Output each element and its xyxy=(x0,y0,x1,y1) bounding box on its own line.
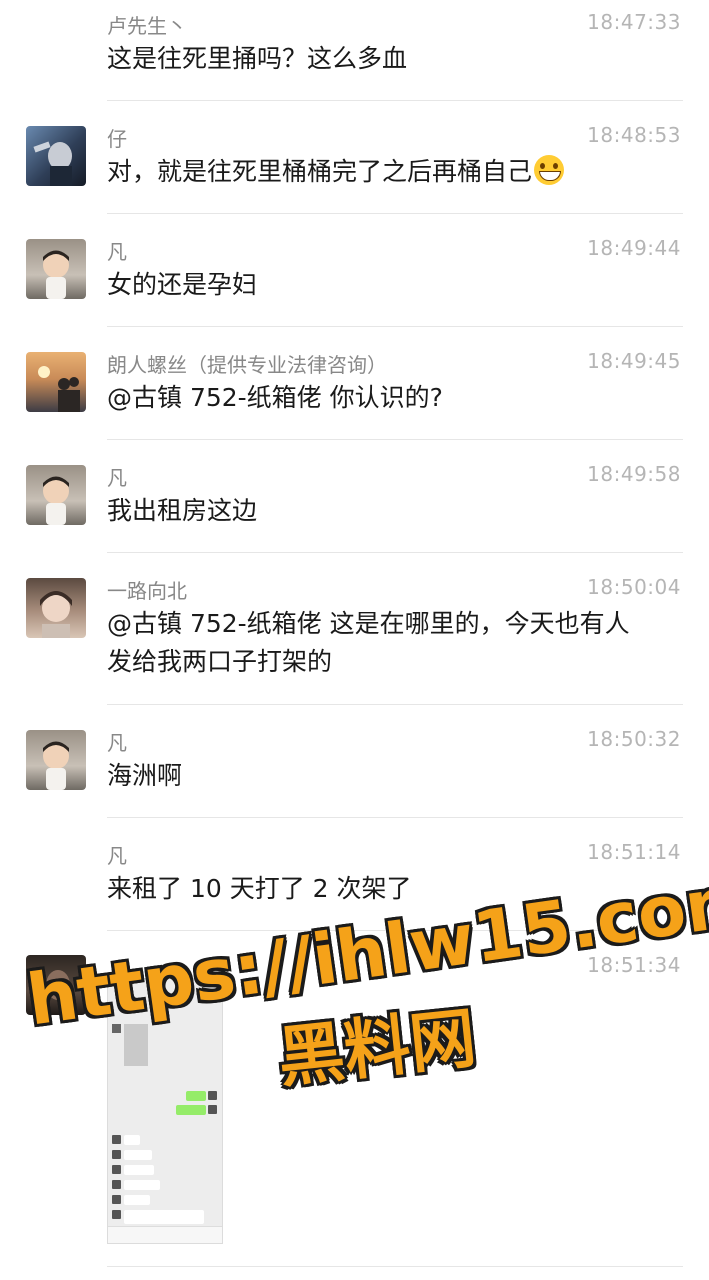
divider xyxy=(107,326,683,327)
image-thumb-bubble xyxy=(124,1150,152,1160)
message-text[interactable]: 女的还是孕妇 xyxy=(107,266,677,304)
message-text-body: 对，就是往死里桶桶完了之后再桶自己 xyxy=(107,157,533,186)
message-time: 18:50:04 xyxy=(587,575,681,599)
divider xyxy=(107,704,683,705)
message-time: 18:48:53 xyxy=(587,123,681,147)
ultraman-icon xyxy=(33,141,72,186)
young-man-photo-icon xyxy=(40,591,72,638)
message-time: 18:47:33 xyxy=(587,10,681,34)
image-thumb-bubble xyxy=(124,1180,160,1190)
avatar[interactable] xyxy=(26,352,86,412)
message-time: 18:49:45 xyxy=(587,349,681,373)
sender-name[interactable]: 凡 xyxy=(107,840,127,869)
message-text[interactable]: @古镇 752-纸箱佬 这是在哪里的，今天也有人 发给我两口子打架的 xyxy=(107,605,677,681)
child-photo-icon xyxy=(43,250,69,299)
sender-name[interactable]: 凡 xyxy=(107,727,127,756)
divider xyxy=(107,817,683,818)
image-thumb-video xyxy=(124,1024,148,1066)
image-thumb-bubble xyxy=(124,1210,204,1224)
image-thumb-bubble xyxy=(186,1091,206,1101)
avatar[interactable] xyxy=(26,465,86,525)
divider xyxy=(107,100,683,101)
image-thumb-avatar xyxy=(112,1180,121,1189)
avatar[interactable] xyxy=(26,239,86,299)
image-thumb-bubble xyxy=(176,1105,206,1115)
child-photo-icon xyxy=(43,476,69,525)
message-time: 18:50:32 xyxy=(587,727,681,751)
sunset-couple-icon xyxy=(38,366,80,412)
watermark-label: 黑料网 xyxy=(274,999,480,1097)
sender-name[interactable]: 凡 xyxy=(107,462,127,491)
message-text-line: @古镇 752-纸箱佬 这是在哪里的，今天也有人 xyxy=(107,609,630,638)
message-text[interactable]: 这是往死里捅吗？这么多血 xyxy=(107,40,677,78)
message-text-line: 发给我两口子打架的 xyxy=(107,647,333,676)
image-thumb-input-bar xyxy=(108,1226,222,1243)
avatar[interactable] xyxy=(26,126,86,186)
message-text[interactable]: 海洲啊 xyxy=(107,757,677,795)
image-thumb-avatar xyxy=(112,1210,121,1219)
divider xyxy=(107,552,683,553)
message-time: 18:51:14 xyxy=(587,840,681,864)
sender-name[interactable]: 朗人螺丝（提供专业法律咨询） xyxy=(107,349,387,378)
avatar[interactable] xyxy=(26,730,86,790)
image-thumb-avatar xyxy=(208,1091,217,1100)
image-thumb-bubble xyxy=(124,1135,140,1145)
message-text[interactable]: 对，就是往死里桶桶完了之后再桶自己 xyxy=(107,153,677,191)
sender-name[interactable]: 一路向北 xyxy=(107,575,187,604)
sender-name[interactable]: 仔 xyxy=(107,123,127,152)
message-text[interactable]: @古镇 752-纸箱佬 你认识的? xyxy=(107,379,677,417)
image-thumb-bubble xyxy=(124,1195,150,1205)
divider xyxy=(107,1266,683,1267)
image-thumb-avatar xyxy=(112,1150,121,1159)
message-text[interactable]: 我出租房这边 xyxy=(107,492,677,530)
divider xyxy=(107,213,683,214)
image-thumb-bubble xyxy=(124,1165,154,1175)
child-photo-icon xyxy=(43,741,69,790)
sender-name[interactable]: 卢先生丶 xyxy=(107,10,187,39)
image-thumb-avatar xyxy=(112,1195,121,1204)
image-thumb-avatar xyxy=(208,1105,217,1114)
sender-name[interactable]: 凡 xyxy=(107,236,127,265)
message-time: 18:49:44 xyxy=(587,236,681,260)
image-thumb-avatar xyxy=(112,1165,121,1174)
image-thumb-avatar xyxy=(112,1135,121,1144)
divider xyxy=(107,439,683,440)
message-time: 18:49:58 xyxy=(587,462,681,486)
grinning-face-icon xyxy=(534,155,565,185)
avatar[interactable] xyxy=(26,578,86,638)
